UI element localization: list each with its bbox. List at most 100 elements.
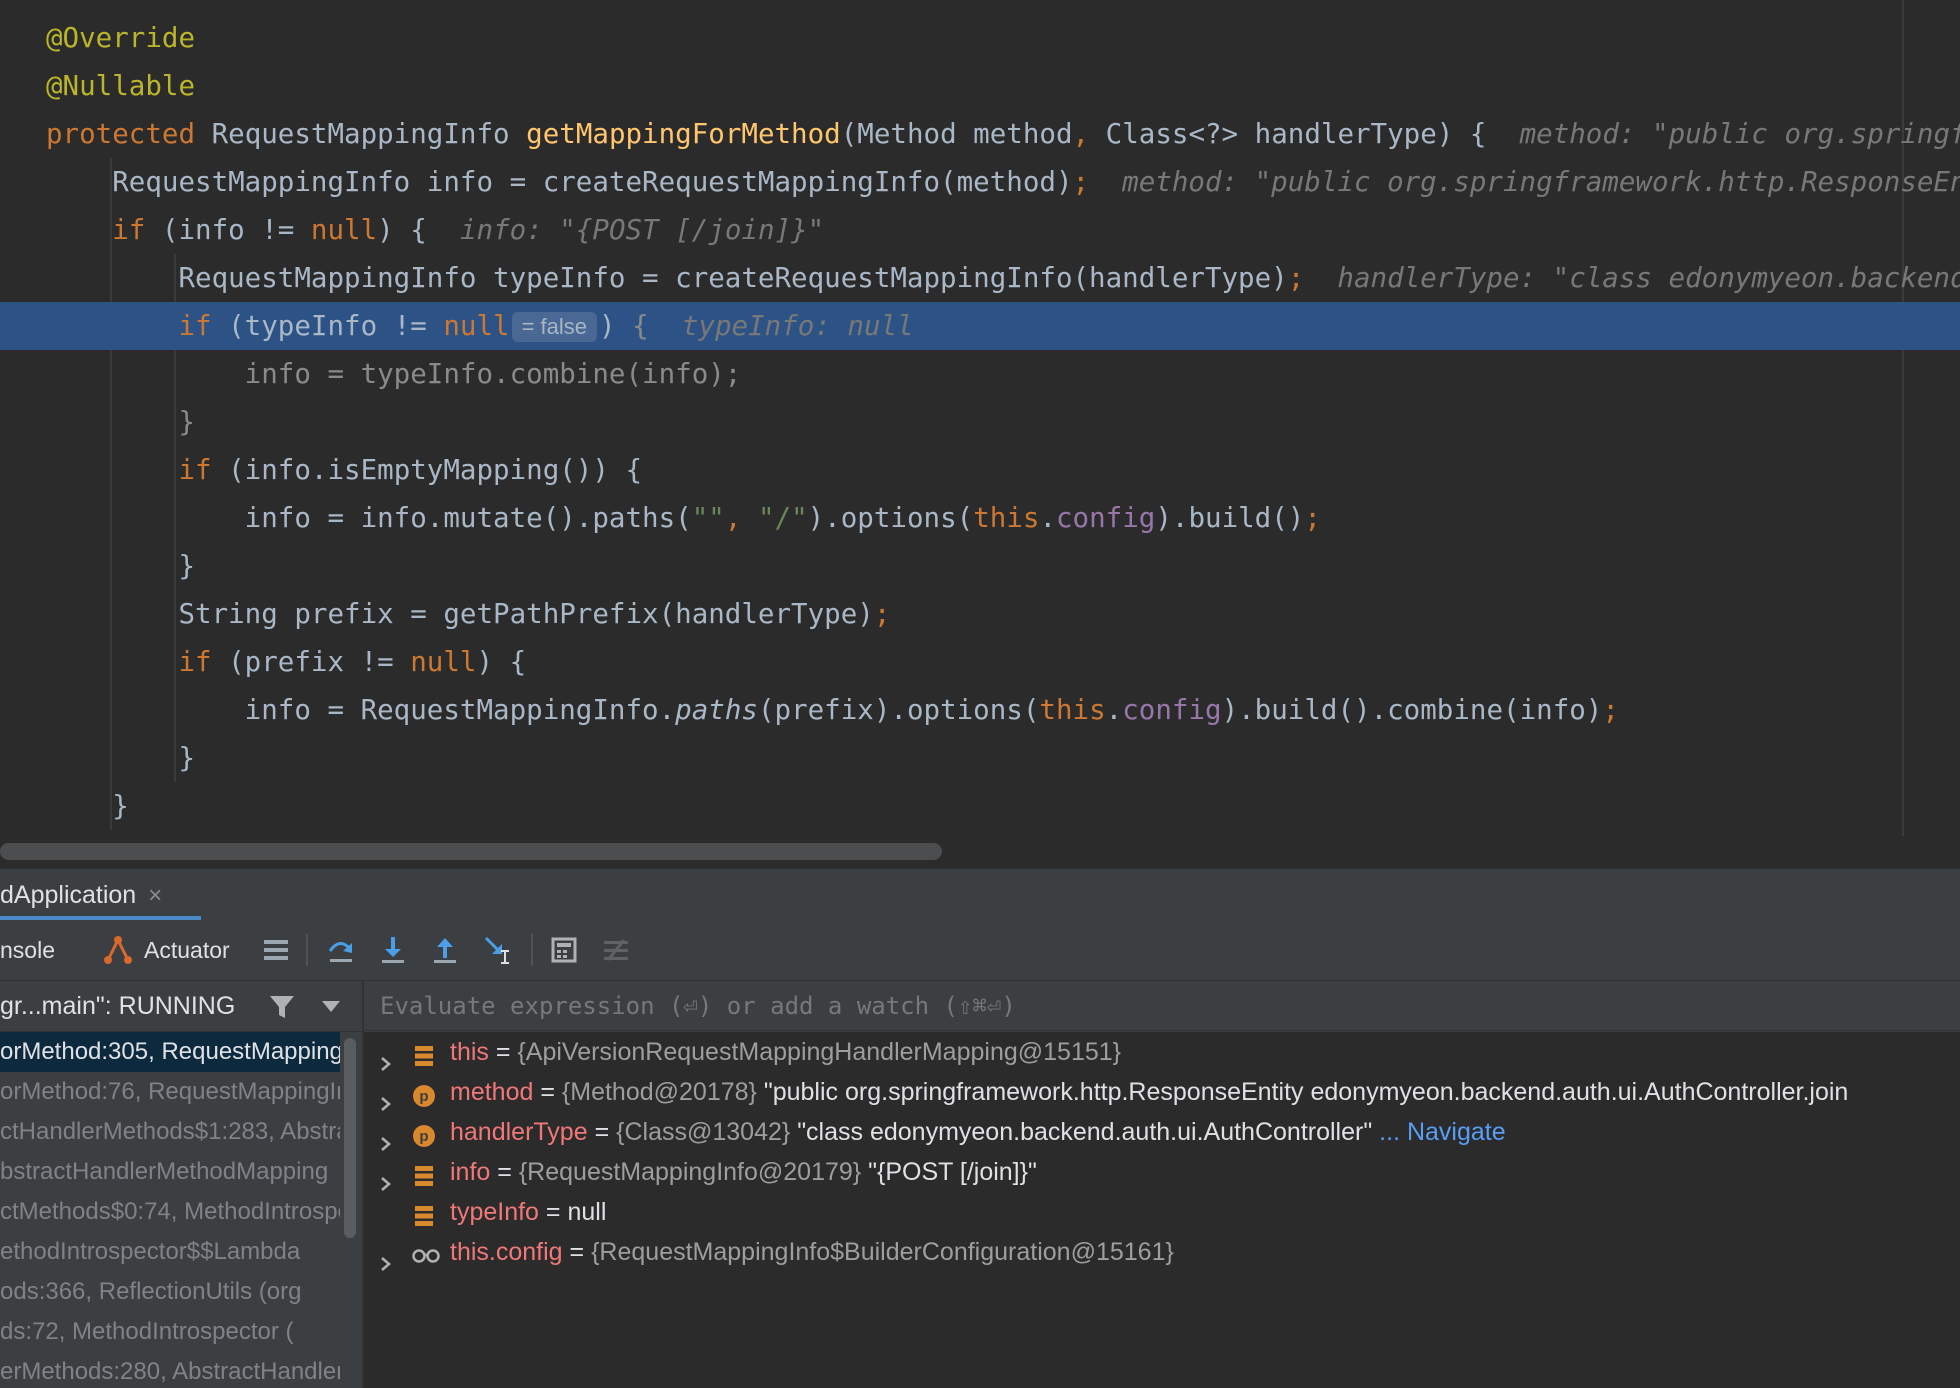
variable-row[interactable]: p handlerType = {Class@13042} "class edon… (364, 1112, 1960, 1152)
variable-name: info (450, 1158, 491, 1186)
editor-scrollbar-thumb[interactable] (0, 843, 942, 860)
frame-item[interactable]: ds:72, MethodIntrospector ( (0, 1312, 340, 1352)
variable-value: null (567, 1198, 607, 1226)
inline-variable-hint: handlerType: "class edonymyeon.backend.a… (1337, 262, 1960, 294)
thread-selector[interactable]: gr...main": RUNNING (0, 981, 235, 1031)
chevron-right-icon[interactable] (378, 1164, 394, 1191)
code-token: (Method method (840, 118, 1073, 150)
code-token: } (46, 742, 196, 774)
code-token: paths (675, 694, 758, 726)
chevron-right-icon[interactable] (378, 1084, 394, 1111)
code-line[interactable]: RequestMappingInfo typeInfo = createRequ… (0, 254, 1960, 302)
variable-type: {RequestMappingInfo$BuilderConfiguration… (591, 1238, 1174, 1266)
frame-item[interactable]: ctMethods$0:74, MethodIntrospector (0, 1192, 340, 1232)
code-line[interactable]: } (0, 542, 1960, 590)
variable-value: "public org.springframework.http.Respons… (763, 1078, 1849, 1106)
frame-item-selected[interactable]: orMethod:305, RequestMappingInfoHandlerM… (0, 1032, 340, 1072)
variable-row[interactable]: this.config = {RequestMappingInfo$Builde… (364, 1232, 1960, 1272)
code-token: if (178, 646, 229, 678)
chevron-right-icon[interactable] (378, 1124, 394, 1151)
frames-scrollbar[interactable] (340, 1032, 362, 1388)
equals-sign: = (545, 1198, 561, 1226)
run-to-cursor-icon[interactable] (480, 932, 516, 968)
trace-current-stream-icon[interactable] (598, 932, 634, 968)
code-line[interactable]: @Override (0, 14, 1960, 62)
svg-text:p: p (419, 1088, 428, 1105)
variable-row[interactable]: info = {RequestMappingInfo@20179} "{POST… (364, 1152, 1960, 1192)
variable-text: handlerType = {Class@13042} "class edony… (450, 1112, 1506, 1152)
variable-row[interactable]: this = {ApiVersionRequestMappingHandlerM… (364, 1032, 1960, 1072)
toolbar-separator (306, 934, 308, 966)
code-token: . (1039, 502, 1056, 534)
frame-item[interactable]: ethodIntrospector$$Lambda (0, 1232, 340, 1272)
code-text: if (info.isEmptyMapping()) { (46, 446, 642, 494)
threads-list-icon[interactable] (258, 932, 294, 968)
variable-type: {RequestMappingInfo@20179} (518, 1158, 862, 1186)
chevron-down-icon[interactable] (320, 997, 342, 1015)
code-editor[interactable]: @Override @Nullable protected RequestMappi… (0, 0, 1960, 868)
code-line[interactable]: @Nullable (0, 62, 1960, 110)
code-token: ).build().combine(info) (1221, 694, 1603, 726)
frames-scrollbar-thumb[interactable] (344, 1038, 356, 1238)
code-line[interactable]: if (info.isEmptyMapping()) { (0, 446, 1960, 494)
code-text: } (46, 782, 129, 830)
chevron-right-icon[interactable] (378, 1044, 394, 1071)
variable-type: {ApiVersionRequestMappingHandlerMapping@… (517, 1038, 1121, 1066)
frames-list[interactable]: orMethod:305, RequestMappingInfoHandlerM… (0, 1032, 340, 1388)
code-line[interactable]: RequestMappingInfo info = createRequestM… (0, 158, 1960, 206)
tab-close-icon[interactable]: × (148, 870, 162, 922)
variable-row[interactable]: p method = {Method@20178} "public org.spr… (364, 1072, 1960, 1112)
parameter-icon: p (412, 1080, 436, 1107)
code-token: RequestMappingInfo info = createRequestM… (46, 166, 1073, 198)
step-over-icon[interactable] (323, 932, 359, 968)
code-token: protected (46, 118, 212, 150)
code-token: (prefix != (228, 646, 411, 678)
tab-label: dApplication (0, 881, 137, 909)
code-token: info = info.mutate().paths( (46, 502, 692, 534)
code-line[interactable]: if (prefix != null) { (0, 638, 1960, 686)
frame-item[interactable]: erMethods:280, AbstractHandlerMethodMapp… (0, 1352, 340, 1388)
code-token: this (1039, 694, 1106, 726)
variable-row[interactable]: typeInfo = null (364, 1192, 1960, 1232)
frame-item[interactable]: bstractHandlerMethodMapping (0, 1152, 340, 1192)
console-tab[interactable]: nsole (0, 920, 55, 980)
frame-item[interactable]: ods:366, ReflectionUtils (org (0, 1272, 340, 1312)
variables-tree[interactable]: this = {ApiVersionRequestMappingHandlerM… (364, 1032, 1960, 1388)
code-token: ).build() (1155, 502, 1305, 534)
evaluate-expression-icon[interactable] (546, 932, 582, 968)
code-line[interactable]: info = info.mutate().paths("", "/").opti… (0, 494, 1960, 542)
variable-type: {Class@13042} (616, 1118, 791, 1146)
evaluate-expression-input[interactable]: Evaluate expression (⏎) or add a watch (… (364, 981, 1960, 1031)
code-text: String prefix = getPathPrefix(handlerTyp… (46, 590, 890, 638)
navigate-link[interactable]: ... Navigate (1379, 1118, 1505, 1146)
step-into-icon[interactable] (375, 932, 411, 968)
actuator-tab[interactable]: Actuator (144, 920, 230, 980)
code-line[interactable]: String prefix = getPathPrefix(handlerTyp… (0, 590, 1960, 638)
code-line[interactable]: if (info != null) { info: "{POST [/join]… (0, 206, 1960, 254)
code-text: info = info.mutate().paths("", "/").opti… (46, 494, 1321, 542)
variable-name: handlerType (450, 1118, 588, 1146)
code-line[interactable]: } (0, 398, 1960, 446)
code-line[interactable]: } (0, 734, 1960, 782)
code-text: info = RequestMappingInfo.paths(prefix).… (46, 686, 1619, 734)
code-line[interactable]: } (0, 782, 1960, 830)
code-token: null (310, 214, 378, 246)
code-token: ) (599, 310, 633, 342)
code-token: @Override (46, 22, 196, 54)
code-text: if (typeInfo != null = false) { typeInfo:… (46, 302, 914, 350)
tab-debug-session[interactable]: dApplication × (0, 869, 172, 921)
frame-item[interactable]: ctHandlerMethods$1:283, AbstractHandlerM… (0, 1112, 340, 1152)
step-out-icon[interactable] (427, 932, 463, 968)
chevron-right-icon[interactable] (378, 1244, 394, 1271)
current-execution-line[interactable]: if (typeInfo != null = false) { typeInfo:… (0, 302, 1960, 350)
frame-item[interactable]: orMethod:76, RequestMappingInfoHandlerMa… (0, 1072, 340, 1112)
code-line[interactable]: protected RequestMappingInfo getMappingF… (0, 110, 1960, 158)
code-line[interactable]: info = RequestMappingInfo.paths(prefix).… (0, 686, 1960, 734)
filter-icon[interactable] (268, 993, 296, 1021)
variable-text: this = {ApiVersionRequestMappingHandlerM… (450, 1032, 1121, 1072)
svg-text:p: p (419, 1128, 428, 1145)
code-line[interactable]: info = typeInfo.combine(info); (0, 350, 1960, 398)
